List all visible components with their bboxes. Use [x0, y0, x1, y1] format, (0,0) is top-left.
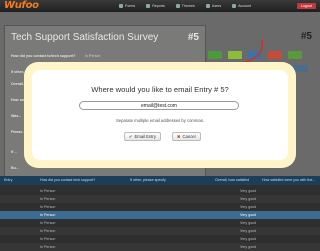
top-navbar: Wufoo Forms Reports Themes Users Account…: [0, 0, 320, 12]
nav-users[interactable]: Users: [205, 4, 221, 8]
grid-header-cell: How did you contact tech support?: [40, 178, 96, 182]
nav-forms[interactable]: Forms: [119, 4, 135, 8]
table-row[interactable]: In Person Very good: [0, 203, 320, 211]
next-entry-button[interactable]: [288, 51, 302, 59]
grid-header-cell: If other, please specify: [130, 178, 166, 182]
account-icon: [232, 4, 237, 8]
field-question: Bu...: [11, 166, 19, 170]
field-answer: In Person: [85, 54, 101, 58]
table-row[interactable]: In Person Very good: [0, 195, 320, 203]
grid-header-cell: Overall, how satisfied: [215, 178, 250, 182]
dialog-title: Where would you like to email Entry # 5?: [91, 85, 229, 94]
logout-button[interactable]: Logout: [297, 3, 316, 9]
table-row[interactable]: In Person Very good: [0, 227, 320, 235]
wufoo-logo[interactable]: Wufoo: [4, 0, 39, 12]
field-question: Was...: [11, 114, 22, 118]
side-entry-tag: #5: [300, 31, 312, 42]
users-icon: [205, 4, 210, 8]
field-question: How did you contact to/tech support?: [11, 54, 76, 58]
grid-header-cell: Entry: [4, 178, 13, 182]
nav-reports[interactable]: Reports: [146, 4, 165, 8]
table-row[interactable]: In Person Very good: [0, 235, 320, 243]
dialog-body: Where would you like to email Entry # 5?…: [32, 70, 288, 160]
checkmark-icon: ✔: [129, 134, 133, 139]
nav-account[interactable]: Account: [232, 4, 251, 8]
entry-number: #5: [187, 32, 199, 43]
table-row-selected[interactable]: In Person Very good: [0, 211, 320, 219]
themes-icon: [175, 4, 180, 8]
table-row[interactable]: In Person Very good: [0, 243, 320, 251]
main-nav: Forms Reports Themes Users Account: [108, 0, 251, 12]
close-icon: ✖: [177, 134, 181, 139]
reports-icon: [146, 4, 151, 8]
email-entry-dialog: Where would you like to email Entry # 5?…: [24, 62, 296, 168]
nav-themes[interactable]: Themes: [175, 4, 195, 8]
field-question: If ...: [11, 150, 18, 154]
email-hint: Separate multiple email addresses by com…: [116, 118, 204, 123]
form-title: Tech Support Satisfaction Survey: [11, 32, 159, 43]
email-input[interactable]: [79, 101, 239, 110]
table-row[interactable]: In Person Very good: [0, 219, 320, 227]
email-entry-button[interactable]: ✔ Email Entry: [124, 132, 161, 141]
entries-grid: Entry How did you contact tech support? …: [0, 176, 320, 251]
table-row[interactable]: In Person Very good: [0, 187, 320, 195]
grid-header-cell: How satisfied were you with the...: [262, 178, 316, 182]
forms-icon: [119, 4, 123, 8]
cancel-button[interactable]: ✖ Cancel: [172, 132, 201, 141]
grid-header: Entry How did you contact tech support? …: [0, 176, 320, 185]
